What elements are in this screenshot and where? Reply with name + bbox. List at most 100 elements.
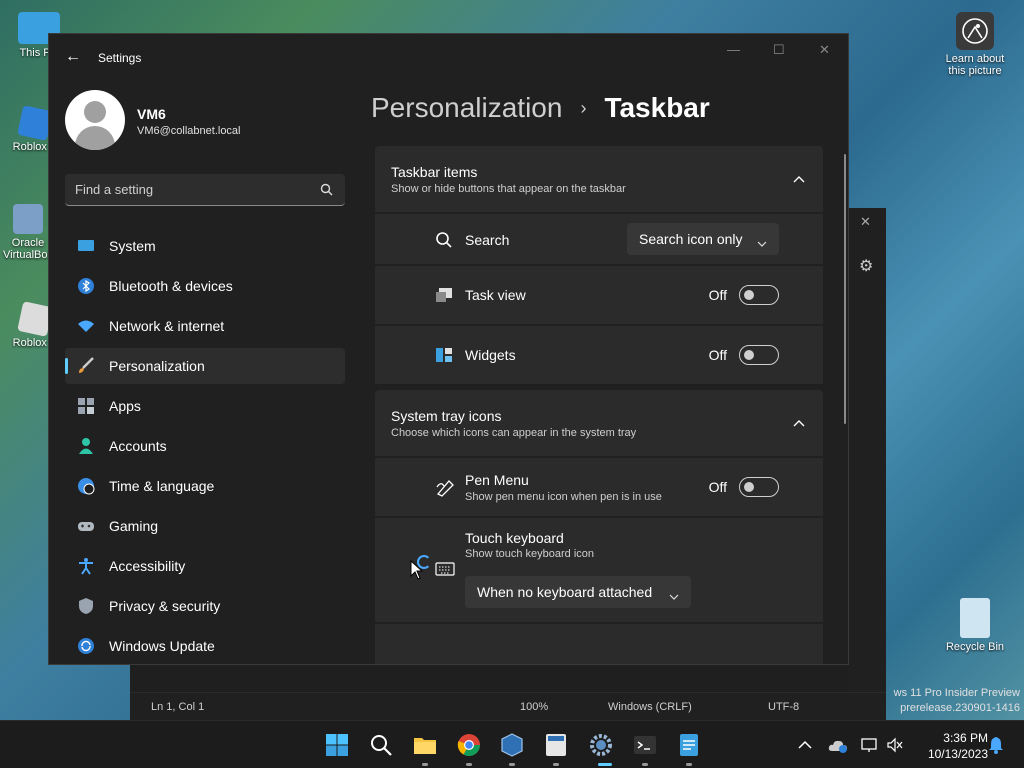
clock-time: 3:36 PM [943,731,988,745]
sidebar-nav: System Bluetooth & devices Network & int… [65,228,345,664]
windows-watermark: ws 11 Pro Insider Preview prerelease.230… [893,687,1020,714]
sidebar-item-gaming[interactable]: Gaming [65,508,345,544]
search-icon[interactable] [369,733,393,757]
virtualbox-icon [13,204,43,234]
close-icon[interactable]: ✕ [860,214,871,230]
sidebar-item-bluetooth[interactable]: Bluetooth & devices [65,268,345,304]
chevron-down-icon [757,234,767,250]
zoom-level: 100% [520,701,549,713]
task-view-state: Off [708,287,727,303]
pen-menu-state: Off [708,479,727,495]
search-icon [435,231,453,254]
close-button[interactable]: ✕ [819,42,830,58]
update-icon [77,637,95,655]
window-title: Settings [98,51,142,65]
system-clock[interactable]: 3:36 PM 10/13/2023 [928,730,988,762]
breadcrumb-parent[interactable]: Personalization [371,92,562,124]
touch-keyboard-row: Touch keyboard Show touch keyboard icon … [375,518,823,622]
sidebar-item-windows-update[interactable]: Windows Update [65,628,345,664]
sidebar-item-network[interactable]: Network & internet [65,308,345,344]
notepad-status-bar: Ln 1, Col 1 100% Windows (CRLF) UTF-8 [130,692,886,720]
notepad-icon[interactable] [677,733,701,757]
wifi-icon [77,317,95,335]
virtualbox-icon[interactable] [500,733,524,757]
breadcrumb: Personalization › Taskbar [371,92,710,124]
terminal-icon[interactable] [633,733,657,757]
task-view-row: Task view Off [375,266,823,324]
brush-icon [77,357,95,375]
accounts-icon [77,437,95,455]
chevron-up-icon[interactable] [793,170,805,188]
widgets-icon [435,347,453,368]
shield-icon [77,597,95,615]
pen-icon [435,477,457,502]
widgets-toggle[interactable] [739,345,779,365]
search-icon[interactable] [320,183,333,201]
chrome-icon[interactable] [457,733,481,757]
gamepad-icon [77,517,95,535]
chevron-down-icon [669,587,679,603]
sidebar-item-personalization[interactable]: Personalization [65,348,345,384]
line-ending: Windows (CRLF) [608,701,692,713]
cursor-position: Ln 1, Col 1 [151,701,205,713]
globe-clock-icon [77,477,95,495]
pen-menu-row: Pen Menu Show pen menu icon when pen is … [375,458,823,516]
keyboard-icon [435,562,455,581]
gear-icon[interactable] [589,733,613,757]
profile-email: VM6@collabnet.local [137,125,241,137]
chevron-up-icon[interactable] [798,740,812,750]
search-mode-dropdown[interactable]: Search icon only [627,223,779,255]
notification-bell-icon[interactable] [988,736,1004,754]
system-tray-header[interactable]: System tray icons Choose which icons can… [375,390,823,456]
desktop-icon-recycle-bin[interactable]: Recycle Bin [940,598,1010,653]
search-input[interactable] [75,182,305,197]
notepad-side-panel: ✕ ⚙ [848,208,886,720]
task-view-toggle[interactable] [739,285,779,305]
encoding: UTF-8 [768,701,800,713]
pen-menu-toggle[interactable] [739,477,779,497]
clock-date: 10/13/2023 [927,747,988,761]
taskbar-items-header[interactable]: Taskbar items Show or hide buttons that … [375,146,823,212]
sidebar-item-accessibility[interactable]: Accessibility [65,548,345,584]
profile-name: VM6 [137,106,166,122]
sidebar-item-accounts[interactable]: Accounts [65,428,345,464]
minimize-button[interactable]: — [727,42,740,57]
desktop-icon-learn-picture[interactable]: Learn about this picture [940,12,1010,77]
sidebar-item-system[interactable]: System [65,228,345,264]
chevron-right-icon: › [580,97,587,118]
gear-icon[interactable]: ⚙ [859,256,873,276]
system-icon [77,237,95,255]
mouse-cursor-icon [410,560,424,580]
volume-muted-icon[interactable] [886,737,904,753]
back-arrow-icon[interactable]: ← [65,48,81,66]
chevron-up-icon[interactable] [793,414,805,432]
page-title: Taskbar [604,92,710,123]
sidebar-item-privacy[interactable]: Privacy & security [65,588,345,624]
widgets-row: Widgets Off [375,326,823,384]
settings-content: Taskbar items Show or hide buttons that … [375,146,823,664]
accessibility-icon [77,557,95,575]
calculator-icon[interactable] [544,733,568,757]
touch-keyboard-dropdown[interactable]: When no keyboard attached [465,576,691,608]
title-bar: ← Settings — ☐ ✕ [49,34,848,82]
recycle-bin-icon [960,598,990,638]
start-icon[interactable] [325,733,349,757]
search-setting-row: Search Search icon only [375,214,823,264]
settings-window: ← Settings — ☐ ✕ VM6 VM6@collabnet.local… [48,33,849,665]
next-setting-row [375,624,823,664]
sidebar-item-time-language[interactable]: Time & language [65,468,345,504]
onedrive-icon[interactable] [828,737,848,753]
taskbar: 3:36 PM 10/13/2023 [0,720,1024,768]
apps-icon [77,397,95,415]
avatar[interactable] [65,90,125,150]
file-explorer-icon[interactable] [413,733,437,757]
scrollbar[interactable] [844,154,846,424]
learn-picture-icon [956,12,994,50]
maximize-button[interactable]: ☐ [773,42,785,58]
search-box[interactable] [65,174,345,206]
sidebar-item-apps[interactable]: Apps [65,388,345,424]
widgets-state: Off [708,347,727,363]
bluetooth-icon [77,277,95,295]
network-icon[interactable] [860,737,880,753]
task-view-icon [435,287,453,308]
